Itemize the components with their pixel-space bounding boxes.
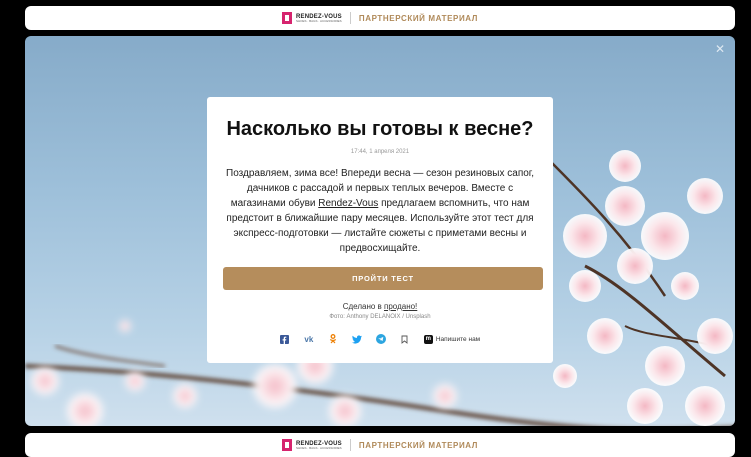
brand-tagline: SHOES · BAGS · ACCESSORIES xyxy=(296,445,342,450)
odnoklassniki-icon[interactable] xyxy=(328,334,338,344)
brand-logo[interactable]: RENDEZ-VOUS SHOES · BAGS · ACCESSORIES xyxy=(282,12,342,24)
bookmark-icon[interactable] xyxy=(400,334,410,344)
photo-credit: Фото: Anthony DELANOIX / Unsplash xyxy=(329,314,431,320)
bottom-partner-banner[interactable]: RENDEZ-VOUS SHOES · BAGS · ACCESSORIES П… xyxy=(25,433,735,457)
banner-divider xyxy=(349,439,351,451)
start-quiz-button[interactable]: ПРОЙТИ ТЕСТ xyxy=(223,267,543,290)
made-prefix: Сделано в xyxy=(342,302,385,311)
brand-mark-icon xyxy=(282,12,292,24)
banner-divider xyxy=(349,12,351,24)
made-by: Сделано в продано! xyxy=(223,302,537,311)
telegram-icon[interactable] xyxy=(375,334,386,344)
brand-tagline: SHOES · BAGS · ACCESSORIES xyxy=(296,18,342,23)
write-us-label: Напишите нам xyxy=(435,335,481,343)
brand-mark-icon xyxy=(282,439,292,451)
rendez-vous-link[interactable]: Rendez-Vous xyxy=(318,198,378,209)
partner-label: ПАРТНЕРСКИЙ МАТЕРИАЛ xyxy=(358,13,478,23)
prodano-link[interactable]: продано! xyxy=(384,302,417,311)
close-icon[interactable]: ✕ xyxy=(715,42,725,56)
brand-logo[interactable]: RENDEZ-VOUS SHOES · BAGS · ACCESSORIES xyxy=(282,439,342,451)
publish-date: 17:44, 1 апреля 2021 xyxy=(350,149,410,155)
partner-label: ПАРТНЕРСКИЙ МАТЕРИАЛ xyxy=(358,440,478,450)
write-us-button[interactable]: m Напишите нам xyxy=(423,334,481,344)
top-partner-banner[interactable]: RENDEZ-VOUS SHOES · BAGS · ACCESSORIES П… xyxy=(25,6,735,30)
share-bar: vk m Напишите нам xyxy=(223,334,537,344)
intro-text: Поздравляем, зима все! Впереди весна — с… xyxy=(223,166,537,256)
vk-icon[interactable]: vk xyxy=(304,334,314,344)
facebook-icon[interactable] xyxy=(280,334,290,344)
twitter-icon[interactable] xyxy=(351,334,362,344)
quiz-intro-card: Насколько вы готовы к весне? 17:44, 1 ап… xyxy=(207,97,553,363)
quiz-title: Насколько вы готовы к весне? xyxy=(226,118,534,140)
m-logo-icon: m xyxy=(423,334,433,344)
hero-background: ✕ Насколько вы готовы к весне? 17:44, 1 … xyxy=(25,36,735,426)
